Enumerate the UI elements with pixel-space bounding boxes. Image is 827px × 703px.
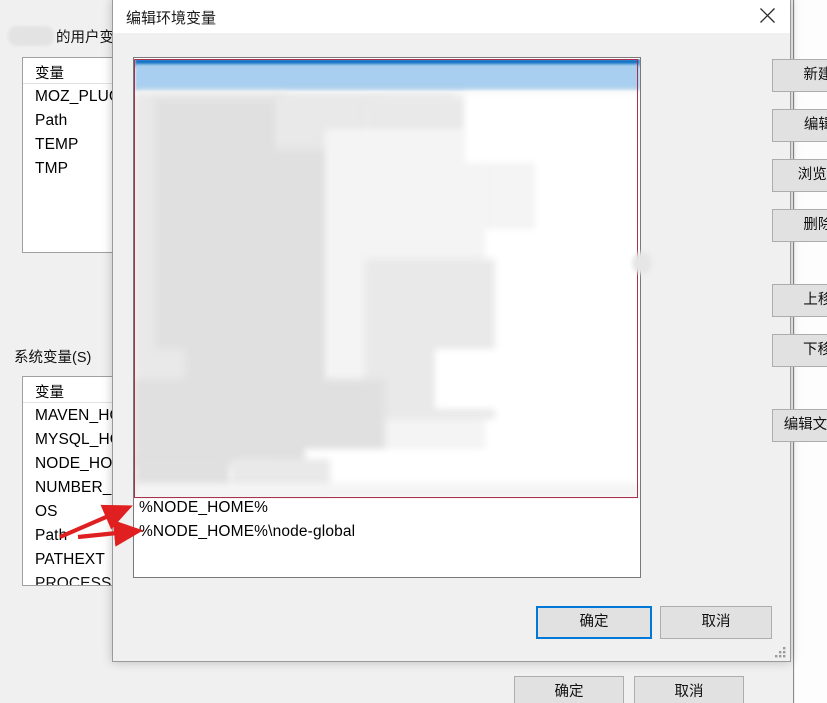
system-variables-column-name: 变量 — [35, 385, 64, 401]
list-item[interactable]: NUMBER_O — [35, 479, 124, 497]
list-item[interactable]: MYSQL_HO — [35, 431, 122, 449]
browse-button[interactable]: 浏览(B)... — [772, 159, 827, 192]
edit-text-button[interactable]: 编辑文本(T)... — [772, 409, 827, 442]
list-item[interactable]: %NODE_HOME% — [139, 499, 268, 523]
dialog-title: 编辑环境变量 — [126, 10, 217, 27]
dialog-titlebar[interactable]: 编辑环境变量 — [113, 0, 790, 33]
dialog-ok-button[interactable]: 确定 — [536, 606, 652, 639]
dialog-cancel-button[interactable]: 取消 — [660, 606, 772, 639]
scrollbar-smudge — [632, 252, 652, 274]
move-up-button[interactable]: 上移(U) — [772, 284, 827, 317]
list-item[interactable]: MOZ_PLUG — [35, 88, 121, 106]
list-item[interactable]: OS — [35, 503, 58, 521]
list-item[interactable]: TEMP — [35, 136, 78, 154]
background-cancel-button[interactable]: 取消 — [634, 676, 744, 703]
path-entries-listbox[interactable]: %NODE_HOME% %NODE_HOME%\node-global — [133, 57, 641, 578]
move-down-button[interactable]: 下移(O) — [772, 334, 827, 367]
close-icon[interactable] — [744, 0, 790, 32]
new-button[interactable]: 新建(N) — [772, 59, 827, 92]
edit-button[interactable]: 编辑(E) — [772, 109, 827, 142]
background-ok-button[interactable]: 确定 — [514, 676, 624, 703]
user-variables-column-name: 变量 — [35, 66, 64, 82]
masked-username-redaction — [8, 26, 54, 46]
list-item[interactable]: TMP — [35, 160, 68, 178]
list-item[interactable]: PROCESSO — [35, 575, 124, 585]
list-item-path[interactable]: Path — [35, 527, 67, 545]
list-item[interactable]: Path — [35, 112, 67, 130]
selected-row-highlight-light — [135, 64, 640, 91]
list-item[interactable]: PATHEXT — [35, 551, 105, 569]
list-item[interactable]: MAVEN_HO — [35, 407, 122, 425]
resize-grip-icon[interactable] — [773, 645, 787, 659]
edit-environment-variable-dialog: 编辑环境变量 %NODE_HOME% %NODE_HOME%\node-glob… — [112, 0, 827, 662]
system-variables-label: 系统变量(S) — [14, 350, 92, 366]
delete-button[interactable]: 删除(D) — [772, 209, 827, 242]
redaction-overlay — [135, 59, 640, 499]
list-item[interactable]: %NODE_HOME%\node-global — [139, 523, 355, 547]
